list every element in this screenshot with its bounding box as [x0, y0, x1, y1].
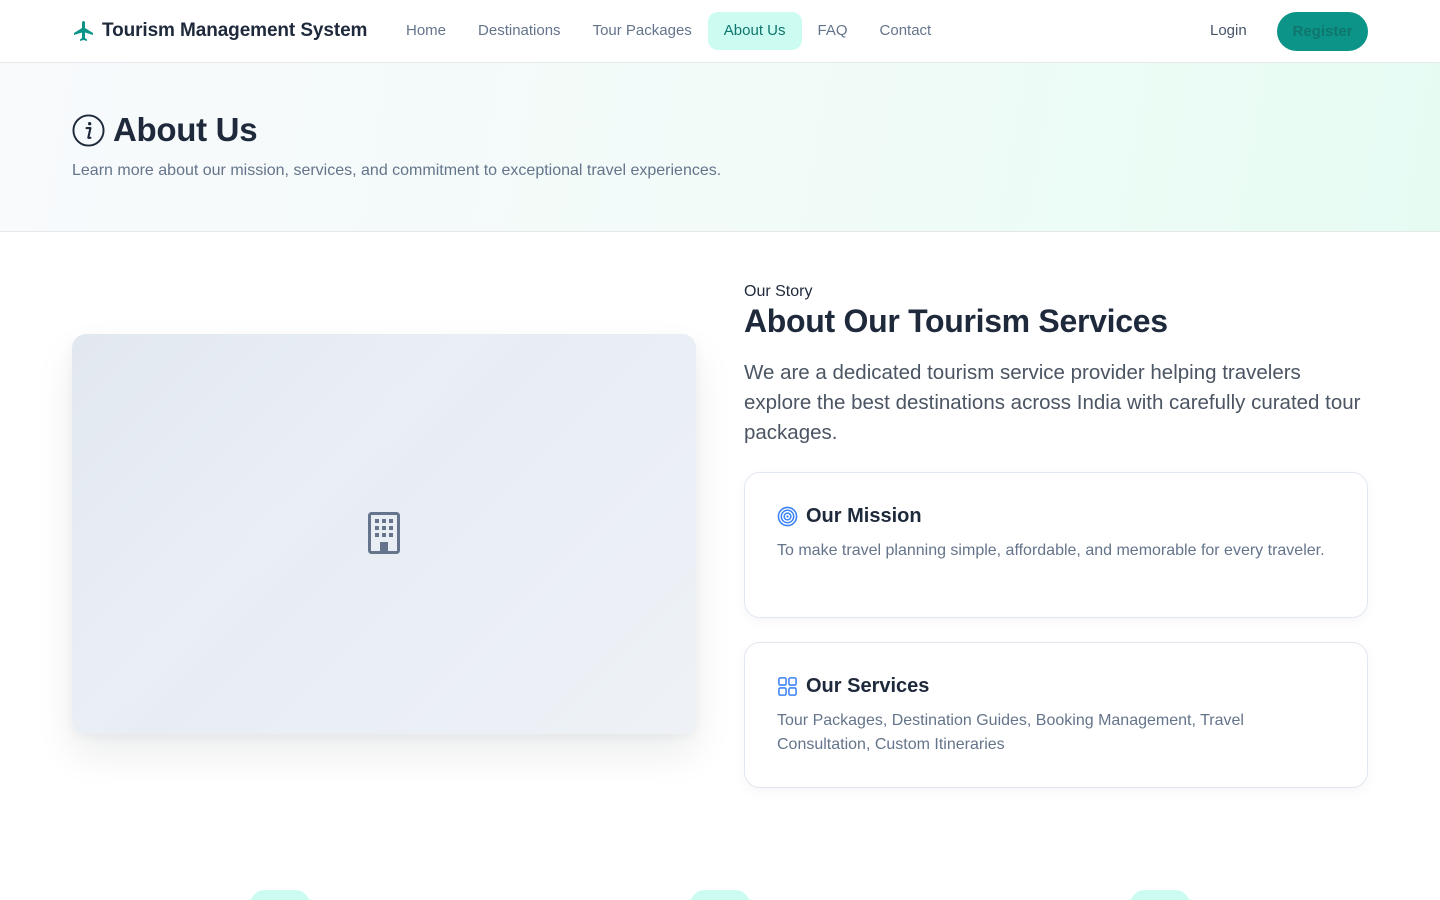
feature-icon-badge	[250, 890, 310, 900]
nav-link-destinations[interactable]: Destinations	[462, 12, 577, 50]
nav-link-faq[interactable]: FAQ	[802, 12, 864, 50]
nav-link-home[interactable]: Home	[390, 12, 462, 50]
about-image-placeholder	[72, 334, 696, 734]
nav-link-about-us[interactable]: About Us	[707, 12, 802, 50]
login-link[interactable]: Login	[1194, 12, 1263, 50]
mission-card-title: Our Mission	[777, 505, 922, 528]
info-icon	[72, 113, 105, 147]
page-subtitle: Learn more about our mission, services, …	[72, 162, 722, 179]
story-text: We are a dedicated tourism service provi…	[744, 361, 1361, 444]
brand-name: Tourism Management System	[102, 20, 368, 41]
brand-link[interactable]: Tourism Management System	[72, 18, 367, 44]
mission-title: Our Mission	[806, 505, 922, 527]
register-button[interactable]: Register	[1277, 12, 1368, 51]
building-icon	[368, 512, 400, 554]
services-title: Our Services	[806, 675, 930, 697]
mission-text: To make travel planning simple, affordab…	[777, 542, 1325, 559]
services-card-title: Our Services	[777, 675, 929, 698]
airplane-icon	[74, 21, 93, 41]
nav-link-contact[interactable]: Contact	[864, 12, 948, 50]
page-hero: About Us Learn more about our mission, s…	[0, 63, 1440, 232]
grid-icon	[778, 677, 797, 696]
feature-icon-badge	[1130, 890, 1190, 900]
page-title: About Us	[72, 111, 258, 149]
main-nav: Home Destinations Tour Packages About Us…	[390, 12, 947, 50]
mission-card: Our Mission To make travel planning simp…	[744, 472, 1368, 618]
top-navbar: Tourism Management System Home Destinati…	[0, 0, 1440, 63]
services-card: Our Services Tour Packages, Destination …	[744, 642, 1368, 788]
page-title-text: About Us	[113, 111, 258, 148]
story-eyebrow: Our Story	[744, 283, 813, 300]
services-text: Tour Packages, Destination Guides, Booki…	[777, 712, 1244, 753]
nav-link-tour-packages[interactable]: Tour Packages	[577, 12, 708, 50]
story-heading: About Our Tourism Services	[744, 303, 1168, 339]
target-icon	[777, 506, 798, 527]
feature-icon-badge	[690, 890, 750, 900]
